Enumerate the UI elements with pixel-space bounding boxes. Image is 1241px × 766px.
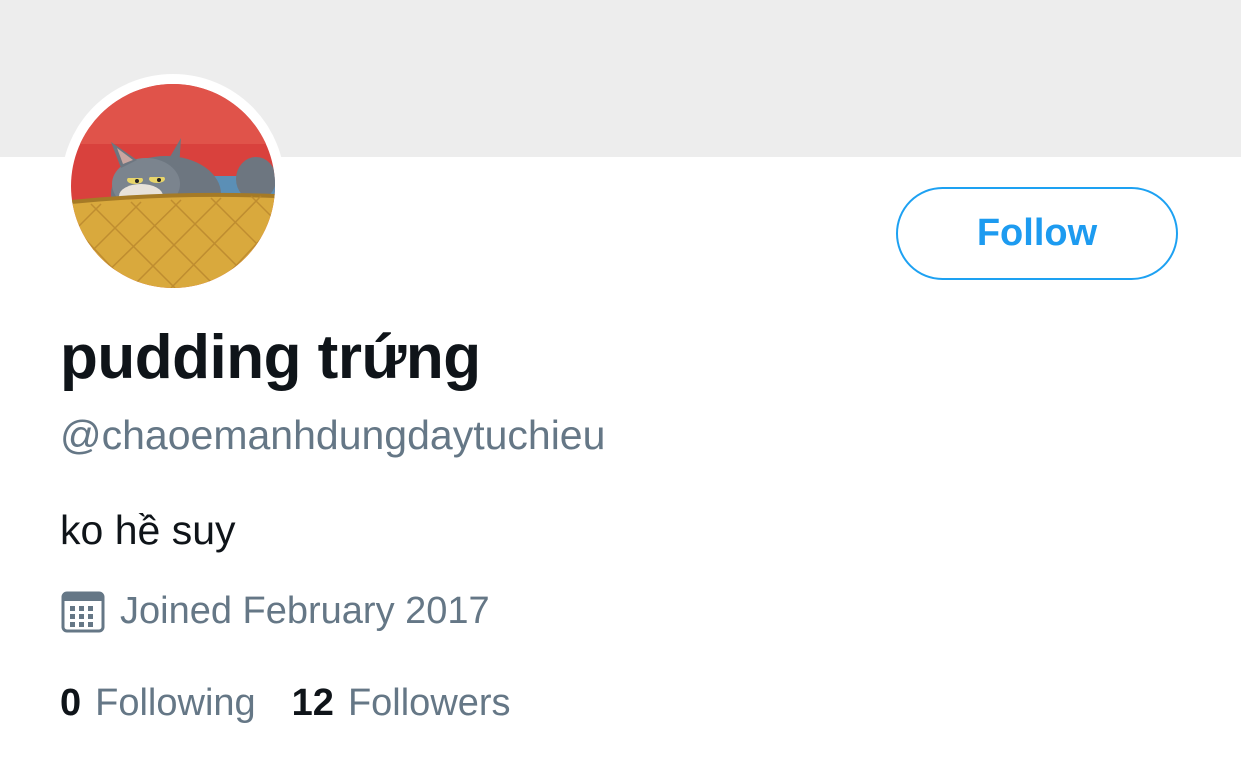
joined-date: Joined February 2017 <box>60 588 490 634</box>
follow-button[interactable]: Follow <box>896 187 1178 280</box>
calendar-icon <box>61 591 105 633</box>
avatar[interactable] <box>71 84 275 288</box>
following-link[interactable]: 0 Following <box>60 682 256 725</box>
following-count: 0 <box>60 682 82 724</box>
joined-text: Joined February 2017 <box>120 589 490 632</box>
followers-link[interactable]: 12 Followers <box>292 682 511 725</box>
following-label: Following <box>95 682 256 724</box>
avatar-image <box>71 84 275 288</box>
profile-bio: ko hề suy <box>60 507 236 553</box>
followers-count: 12 <box>291 682 334 724</box>
user-handle: @chaoemanhdungdaytuchieu <box>60 412 606 458</box>
profile-stats: 0 Following 12 Followers <box>60 682 511 725</box>
display-name: pudding trứng <box>60 323 481 392</box>
followers-label: Followers <box>347 682 511 724</box>
